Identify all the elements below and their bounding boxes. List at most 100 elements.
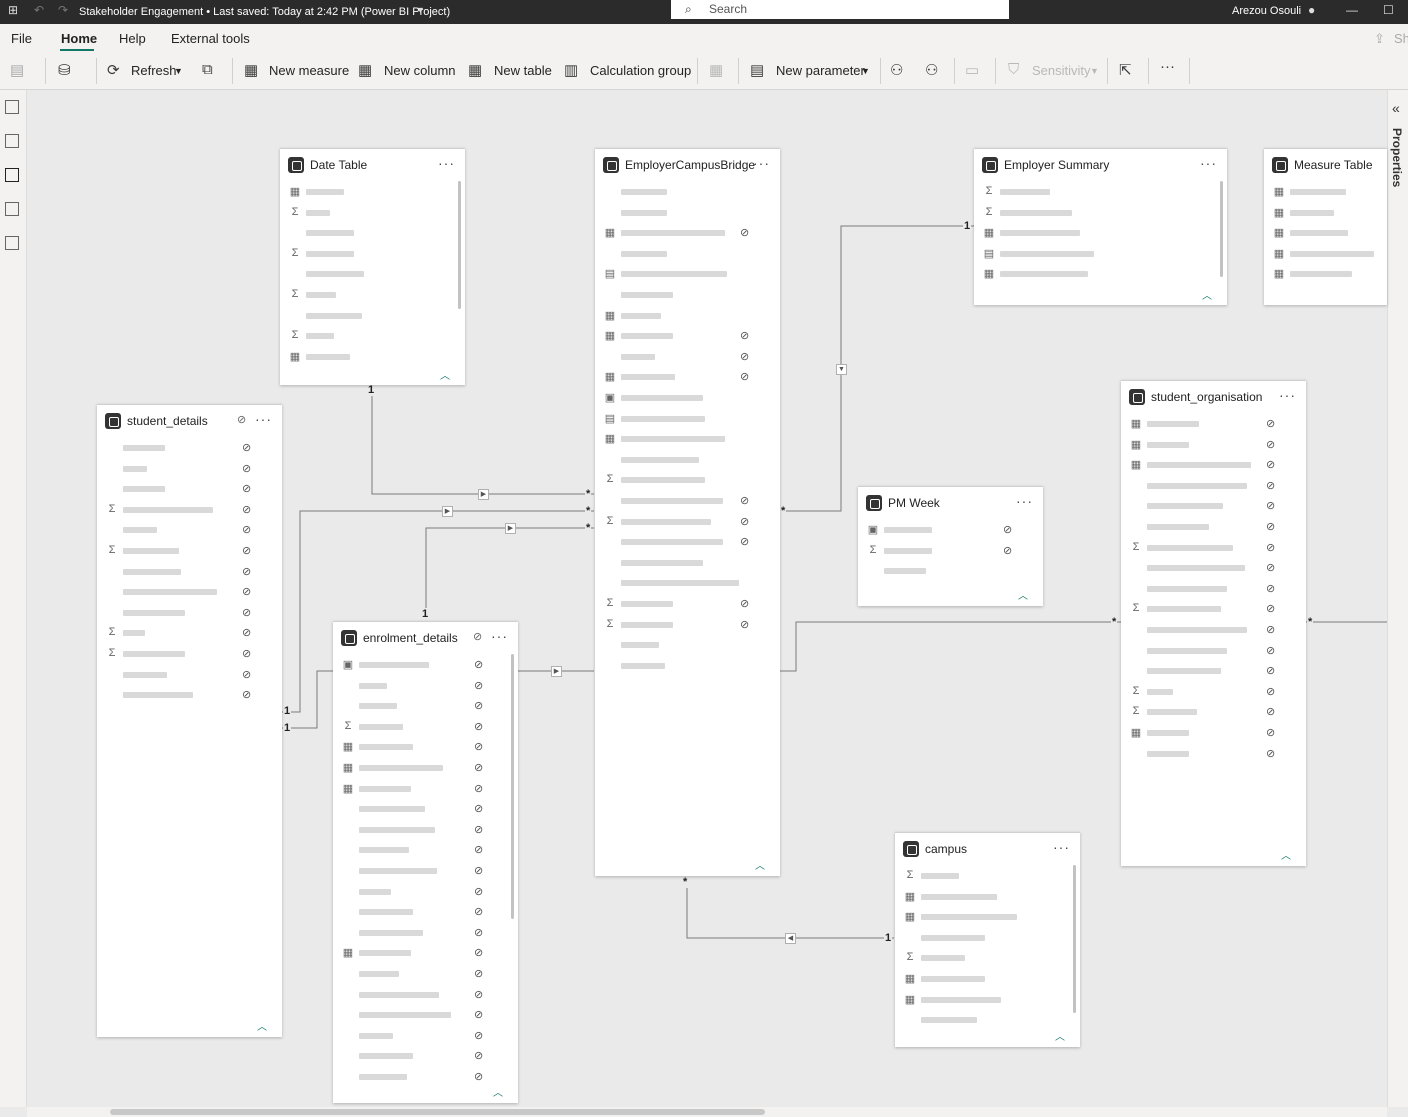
new-table-button[interactable]: New table <box>494 63 552 78</box>
scrollbar[interactable] <box>458 181 461 309</box>
table-card-student-details[interactable]: student_details ⊘ ··· ⊘ ⊘ ⊘ Σ ⊘ ⊘ Σ ⊘ ⊘ ⊘ ⊘ Σ ⊘ Σ ⊘ ⊘ ⊘ ︿ <box>97 404 282 1037</box>
field-row[interactable]: ▦ <box>974 223 1227 243</box>
field-row[interactable]: ▦ <box>280 182 465 202</box>
new-column-button[interactable]: New column <box>384 63 456 78</box>
manage-relationships-icon[interactable]: ⧉ <box>202 61 213 78</box>
properties-label[interactable]: Properties <box>1390 128 1404 187</box>
field-row[interactable]: ▦ <box>595 306 780 326</box>
view-as-icon[interactable]: ⚇ <box>925 61 938 79</box>
menu-home[interactable]: Home <box>61 31 97 46</box>
field-row[interactable]: Σ ⊘ <box>1121 538 1306 558</box>
field-row[interactable]: ⊘ <box>333 882 518 902</box>
publish-icon[interactable]: ⇱ <box>1119 61 1132 79</box>
field-row[interactable]: ⊘ <box>97 562 282 582</box>
field-row[interactable]: ⊘ <box>333 902 518 922</box>
field-row[interactable]: ▦ <box>1264 264 1387 284</box>
field-row[interactable]: Σ <box>280 244 465 264</box>
field-row[interactable]: ▦ ⊘ <box>595 367 780 387</box>
field-row[interactable]: ⊘ <box>595 491 780 511</box>
field-row[interactable]: ▦ ⊘ <box>333 737 518 757</box>
menu-external-tools[interactable]: External tools <box>171 31 250 46</box>
field-row[interactable]: ▦ ⊘ <box>1121 435 1306 455</box>
field-row[interactable]: ▦ ⊘ <box>1121 723 1306 743</box>
field-row[interactable]: ⊘ <box>333 923 518 943</box>
collapse-chevron-icon[interactable]: ︿ <box>1281 847 1291 862</box>
field-row[interactable]: ⊘ <box>97 459 282 479</box>
field-row[interactable]: ⊘ <box>1121 620 1306 640</box>
field-row[interactable]: ▦ <box>1264 223 1387 243</box>
field-row[interactable]: ▦ <box>1264 203 1387 223</box>
field-row[interactable] <box>858 561 1043 581</box>
minimize-button[interactable]: — <box>1346 3 1358 17</box>
collapse-chevron-icon[interactable]: ︿ <box>1018 587 1028 602</box>
avatar[interactable]: ● <box>1308 3 1315 17</box>
more-icon[interactable]: ··· <box>1200 155 1217 171</box>
field-row[interactable]: Σ ⊘ <box>333 717 518 737</box>
field-row[interactable]: ▦ <box>895 907 1080 927</box>
field-row[interactable]: ▦ <box>595 429 780 449</box>
collapse-chevron-icon[interactable]: ︿ <box>493 1084 503 1099</box>
field-row[interactable]: ⊘ <box>333 1046 518 1066</box>
collapse-chevron-icon[interactable]: ︿ <box>1055 1028 1065 1043</box>
field-row[interactable]: ⊘ <box>333 861 518 881</box>
field-row[interactable]: ▣ <box>595 388 780 408</box>
table-card-student-organisation[interactable]: student_organisation ··· ▦ ⊘ ▦ ⊘ ▦ ⊘ ⊘ ⊘ ⊘ Σ ⊘ ⊘ ⊘ Σ ⊘ ⊘… <box>1121 380 1306 866</box>
field-row[interactable]: ⊘ <box>97 582 282 602</box>
more-icon[interactable]: ··· <box>1053 839 1070 855</box>
table-card-employer-campus-bridge[interactable]: EmployerCampusBridge ··· ▦ ⊘ ▤ ▦ ▦ ⊘ ⊘ ▦ ⊘ ▣ ▤ ▦ Σ ⊘ Σ ⊘… <box>595 148 780 876</box>
field-row[interactable]: ⊘ <box>333 799 518 819</box>
dax-query-view-icon[interactable] <box>5 202 19 216</box>
field-row[interactable]: ▦ <box>1264 182 1387 202</box>
scrollbar[interactable] <box>511 654 514 919</box>
field-row[interactable]: ⊘ <box>1121 476 1306 496</box>
field-row[interactable]: ⊘ <box>333 1026 518 1046</box>
field-row[interactable]: Σ <box>280 203 465 223</box>
refresh-icon[interactable]: ⟳ <box>107 61 120 79</box>
more-icon[interactable]: ··· <box>491 628 508 644</box>
field-row[interactable]: ▦ <box>974 264 1227 284</box>
field-row[interactable]: ⊘ <box>1121 641 1306 661</box>
field-row[interactable] <box>595 573 780 593</box>
table-card-pm-week[interactable]: PM Week ··· ▣ ⊘ Σ ⊘ ︿ <box>858 486 1043 606</box>
field-row[interactable] <box>595 244 780 264</box>
canvas-horizontal-scrollbar[interactable] <box>27 1107 1387 1117</box>
field-row[interactable]: ▦ <box>895 969 1080 989</box>
sensitivity-dropdown-icon[interactable]: ▼ <box>1090 66 1099 76</box>
collapse-chevron-icon[interactable]: « <box>1392 100 1400 116</box>
field-row[interactable] <box>895 1010 1080 1030</box>
more-icon[interactable]: ··· <box>753 155 770 171</box>
model-view-icon[interactable] <box>5 168 19 182</box>
field-row[interactable]: ▦ ⊘ <box>333 779 518 799</box>
field-row[interactable]: ⊘ <box>97 685 282 705</box>
field-row[interactable]: Σ <box>895 948 1080 968</box>
field-row[interactable]: ⊘ <box>1121 744 1306 764</box>
field-row[interactable] <box>595 450 780 470</box>
field-row[interactable]: ▦ ⊘ <box>1121 414 1306 434</box>
field-row[interactable]: ⊘ <box>97 520 282 540</box>
field-row[interactable]: Σ <box>280 285 465 305</box>
field-row[interactable]: ⊘ <box>333 1005 518 1025</box>
field-row[interactable]: ⊘ <box>1121 558 1306 578</box>
share-label[interactable]: Sh <box>1394 31 1408 46</box>
scrollbar[interactable] <box>1220 181 1223 277</box>
field-row[interactable]: ▦ <box>895 990 1080 1010</box>
new-parameter-dropdown-icon[interactable]: ▼ <box>861 66 870 76</box>
field-row[interactable]: ▤ <box>595 264 780 284</box>
field-row[interactable]: ⊘ <box>333 840 518 860</box>
share-icon[interactable]: ⇪ <box>1374 31 1385 47</box>
collapse-chevron-icon[interactable]: ︿ <box>440 367 450 382</box>
field-row[interactable]: ⊘ <box>1121 579 1306 599</box>
field-row[interactable]: Σ <box>895 866 1080 886</box>
search-input[interactable]: ⌕ Search <box>671 0 1009 19</box>
field-row[interactable]: ⊘ <box>595 347 780 367</box>
field-row[interactable]: Σ ⊘ <box>595 615 780 635</box>
field-row[interactable]: ⊘ <box>333 696 518 716</box>
field-row[interactable] <box>595 182 780 202</box>
field-row[interactable]: ▣ ⊘ <box>858 520 1043 540</box>
maximize-button[interactable]: ☐ <box>1383 3 1394 17</box>
qa-setup-icon[interactable]: ▭ <box>965 61 979 79</box>
menu-help[interactable]: Help <box>119 31 146 46</box>
field-row[interactable]: ▦ <box>280 347 465 367</box>
field-row[interactable] <box>595 203 780 223</box>
field-row[interactable] <box>595 285 780 305</box>
